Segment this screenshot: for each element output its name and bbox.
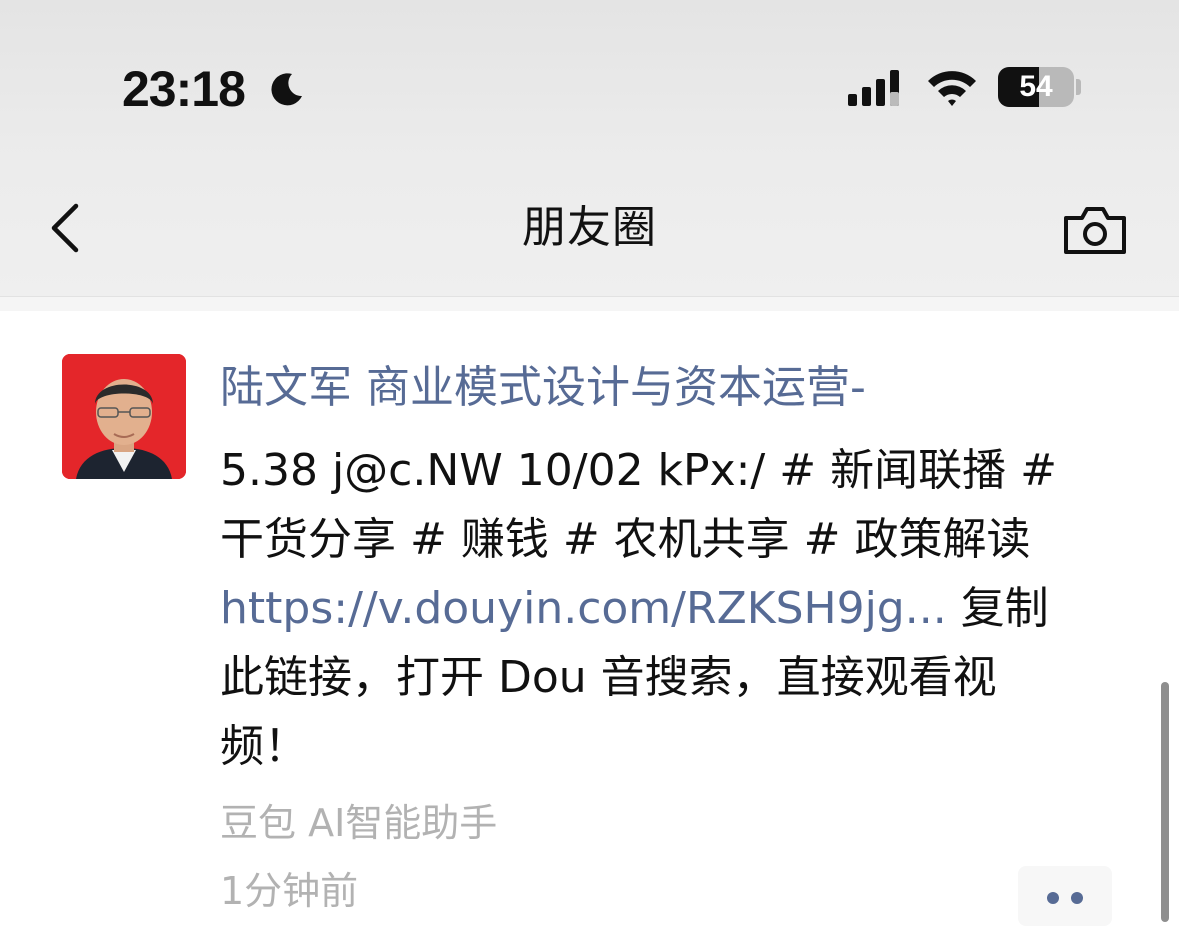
author-name[interactable]: 陆文军 商业模式设计与资本运营- bbox=[220, 358, 866, 418]
post-line-3-suffix: 复制 bbox=[960, 583, 1049, 634]
avatar-image bbox=[62, 354, 186, 479]
more-button[interactable] bbox=[1018, 866, 1112, 926]
battery-level: 54 bbox=[1019, 70, 1053, 103]
post-line-2: 干货分享 # 赚钱 # 农机共享 # 政策解读 bbox=[220, 514, 1031, 565]
more-dots-icon bbox=[1047, 892, 1059, 904]
post-source[interactable]: 豆包 AI智能助手 bbox=[220, 798, 497, 848]
divider bbox=[0, 296, 1179, 311]
post-line-5: 频！ bbox=[220, 721, 308, 772]
more-dots-icon bbox=[1071, 892, 1083, 904]
post-line-1: 5.38 j@c.NW 10/02 kPx:/ # 新闻联播 # bbox=[220, 445, 1057, 496]
douyin-link[interactable]: https://v.douyin.com/RZKSH9jg... bbox=[220, 583, 947, 634]
battery-icon: 54 bbox=[998, 67, 1074, 107]
post-text: 5.38 j@c.NW 10/02 kPx:/ # 新闻联播 # 干货分享 # … bbox=[220, 436, 1120, 781]
wifi-icon bbox=[928, 71, 976, 106]
moon-icon bbox=[271, 73, 302, 106]
avatar[interactable] bbox=[62, 354, 186, 479]
camera-icon[interactable] bbox=[1062, 204, 1128, 256]
scrollbar[interactable] bbox=[1161, 682, 1169, 922]
post-time: 1分钟前 bbox=[220, 869, 359, 913]
battery-tip bbox=[1076, 79, 1081, 95]
status-time: 23:18 bbox=[122, 61, 246, 117]
signal-icon bbox=[848, 70, 899, 106]
post-line-3: https://v.douyin.com/RZKSH9jg... 复制 bbox=[220, 574, 1120, 643]
page-title: 朋友圈 bbox=[522, 202, 657, 253]
post-line-4: 此链接，打开 Dou 音搜索，直接观看视 bbox=[220, 652, 997, 703]
